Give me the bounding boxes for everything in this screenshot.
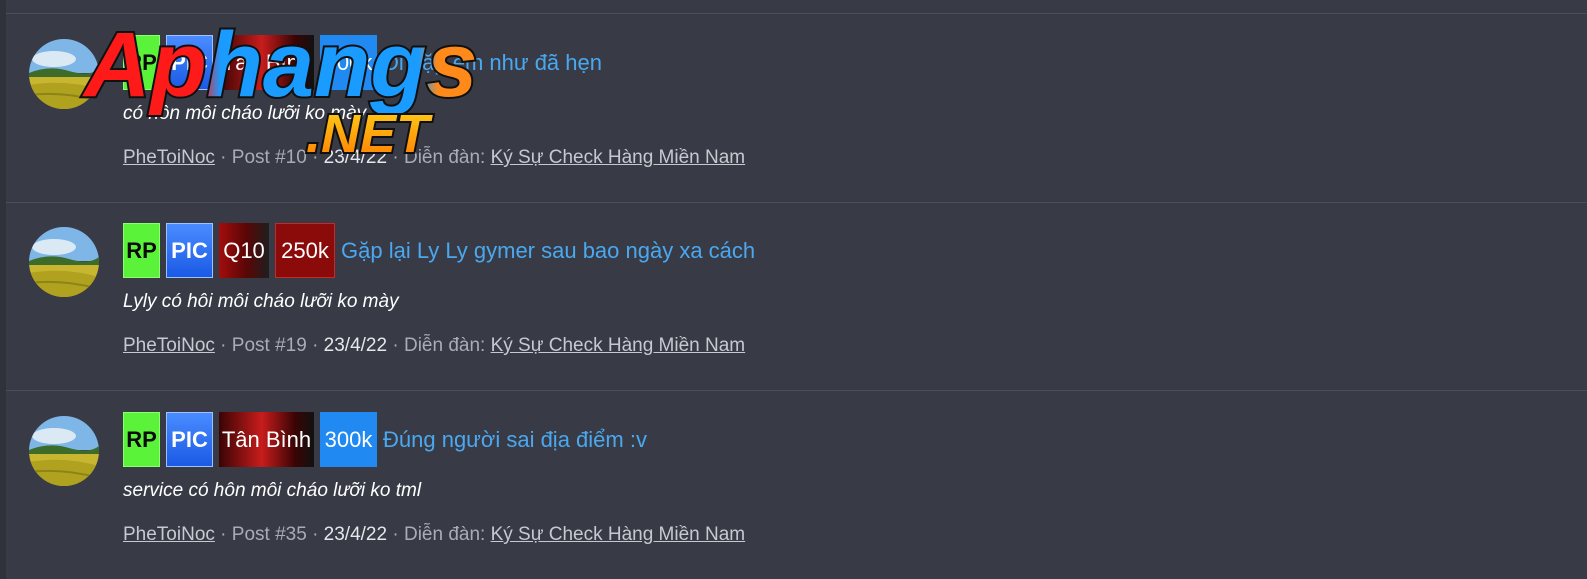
author-link[interactable]: PheToiNoc	[123, 524, 215, 545]
result-title-row: RP PIC Tân Bình 300k Đi gặp em như đã hẹ…	[123, 35, 602, 90]
result-snippet: service có hôn môi cháo lưỡi ko tml	[123, 480, 422, 501]
prefix-label-rp[interactable]: RP	[123, 412, 160, 467]
post-number: Post #10	[231, 147, 307, 168]
result-snippet: Lyly có hôi môi cháo lưỡi ko mày	[123, 291, 399, 312]
prefix-label-location[interactable]: Tân Bình	[219, 35, 314, 90]
meta-separator: ·	[392, 147, 404, 168]
result-meta: PheToiNoc · Post #19 · 23/4/22 · Diễn đà…	[123, 335, 745, 357]
post-date: 23/4/22	[323, 524, 388, 545]
meta-separator: ·	[220, 524, 232, 545]
author-link[interactable]: PheToiNoc	[123, 147, 215, 168]
prefix-label-rp[interactable]: RP	[123, 35, 160, 90]
thread-title-link[interactable]: Đi gặp em như đã hẹn	[383, 50, 602, 76]
meta-separator: ·	[220, 147, 232, 168]
result-snippet: có hôn môi cháo lưỡi ko mày	[123, 103, 367, 124]
post-number: Post #35	[231, 524, 307, 545]
prefix-label-price[interactable]: 300k	[320, 35, 377, 90]
prefix-label-location[interactable]: Q10	[219, 223, 269, 278]
result-title-row: RP PIC Tân Bình 300k Đúng người sai địa …	[123, 412, 647, 467]
search-result: RP PIC Tân Bình 300k Đúng người sai địa …	[6, 391, 1587, 579]
search-result: RP PIC Tân Bình 300k Đi gặp em như đã hẹ…	[6, 14, 1587, 203]
search-results-page: RP PIC Tân Bình 300k Đi gặp em như đã hẹ…	[0, 0, 1587, 579]
prefix-label-pic[interactable]: PIC	[166, 223, 213, 278]
forum-link[interactable]: Ký Sự Check Hàng Miền Nam	[491, 524, 746, 545]
post-date: 23/4/22	[323, 335, 388, 356]
prefix-label-price[interactable]: 300k	[320, 412, 377, 467]
meta-separator: ·	[312, 147, 324, 168]
forum-prefix: Diễn đàn:	[403, 147, 486, 168]
prefix-label-location[interactable]: Tân Bình	[219, 412, 314, 467]
meta-separator: ·	[392, 335, 404, 356]
result-meta: PheToiNoc · Post #10 · 23/4/22 · Diễn đà…	[123, 147, 745, 169]
forum-prefix: Diễn đàn:	[403, 335, 486, 356]
prefix-label-price[interactable]: 250k	[275, 223, 335, 278]
meta-separator: ·	[220, 335, 232, 356]
prefix-label-rp[interactable]: RP	[123, 223, 160, 278]
avatar[interactable]	[29, 227, 99, 297]
search-result: RP PIC Q10 250k Gặp lại Ly Ly gymer sau …	[6, 202, 1587, 391]
forum-prefix: Diễn đàn:	[403, 524, 486, 545]
avatar[interactable]	[29, 416, 99, 486]
forum-link[interactable]: Ký Sự Check Hàng Miền Nam	[491, 147, 746, 168]
prefix-label-pic[interactable]: PIC	[166, 35, 213, 90]
meta-separator: ·	[392, 524, 404, 545]
avatar[interactable]	[29, 39, 99, 109]
forum-link[interactable]: Ký Sự Check Hàng Miền Nam	[491, 335, 746, 356]
post-date: 23/4/22	[323, 147, 388, 168]
post-number: Post #19	[231, 335, 307, 356]
thread-title-link[interactable]: Đúng người sai địa điểm :v	[383, 427, 647, 453]
meta-separator: ·	[312, 524, 324, 545]
thread-title-link[interactable]: Gặp lại Ly Ly gymer sau bao ngày xa cách	[341, 238, 755, 264]
author-link[interactable]: PheToiNoc	[123, 335, 215, 356]
meta-separator: ·	[312, 335, 324, 356]
result-meta: PheToiNoc · Post #35 · 23/4/22 · Diễn đà…	[123, 524, 745, 546]
prefix-label-pic[interactable]: PIC	[166, 412, 213, 467]
result-title-row: RP PIC Q10 250k Gặp lại Ly Ly gymer sau …	[123, 223, 755, 278]
